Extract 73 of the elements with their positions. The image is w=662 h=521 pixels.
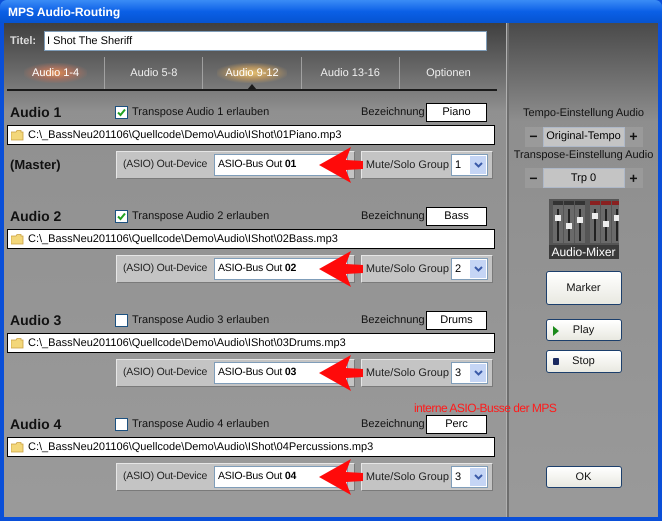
channel-role: (Master) [9, 156, 62, 174]
transpose-checkbox[interactable] [115, 314, 128, 326]
annotation-text: interne ASIO-Busse der MPS [414, 401, 556, 415]
title-label: Titel: [10, 34, 38, 49]
tab[interactable]: Audio 13-16 [312, 62, 388, 84]
mute-group-dropdown[interactable]: 3 [451, 466, 488, 488]
stepper-value: Trp 0 [542, 168, 624, 188]
out-device-label: (ASIO) Out-Device [123, 261, 208, 276]
file-path-field[interactable]: C:\_BassNeu201106\Quellcode\Demo\Audio\IShot\01Piano.mp3 [7, 125, 495, 145]
transpose-checkbox[interactable] [115, 418, 128, 430]
stepper-label: Tempo-Einstellung Audio [522, 106, 644, 121]
channel-name: Audio 2 [9, 206, 62, 226]
designation-label: Bezeichnung [361, 416, 426, 432]
mute-group-dropdown[interactable]: 2 [451, 258, 488, 280]
pointer-arrow [319, 251, 363, 287]
tab[interactable]: Audio 1-4 [24, 62, 88, 84]
pointer-arrow [319, 355, 363, 391]
channel-name: Audio 4 [9, 414, 62, 434]
ok-button[interactable]: OK [546, 466, 622, 488]
designation-field[interactable]: Piano [426, 102, 487, 122]
title-field[interactable]: I Shot The Sheriff [44, 31, 487, 51]
mute-group-label: Mute/Solo Group [366, 158, 449, 173]
transpose-checkbox[interactable] [115, 210, 128, 222]
designation-field[interactable]: Drums [426, 310, 487, 330]
pointer-arrow [319, 147, 363, 183]
mixer-icon[interactable] [548, 199, 618, 245]
designation-label: Bezeichnung [361, 104, 426, 120]
stop-icon [552, 358, 558, 365]
mute-group-dropdown[interactable]: 3 [451, 362, 488, 384]
transpose-label: Transpose Audio 4 erlauben [132, 416, 270, 432]
mute-group-label: Mute/Solo Group [366, 366, 449, 381]
file-path-field[interactable]: C:\_BassNeu201106\Quellcode\Demo\Audio\IShot\04Percussions.mp3 [7, 437, 495, 457]
channel-name: Audio 3 [9, 310, 62, 330]
out-device-label: (ASIO) Out-Device [123, 365, 208, 380]
designation-label: Bezeichnung [361, 312, 426, 328]
chevron-icon [470, 364, 486, 382]
folder-icon [11, 338, 25, 348]
play-button[interactable]: Play [546, 319, 622, 341]
transpose-label: Transpose Audio 3 erlauben [132, 312, 270, 328]
tab[interactable]: Audio 5-8 [122, 62, 186, 84]
plus-button[interactable]: + [624, 168, 642, 188]
out-device-label: (ASIO) Out-Device [123, 469, 208, 484]
file-path-field[interactable]: C:\_BassNeu201106\Quellcode\Demo\Audio\IShot\03Drums.mp3 [7, 333, 495, 353]
window-title: MPS Audio-Routing [8, 4, 120, 20]
folder-icon [11, 234, 25, 244]
chevron-icon [470, 260, 486, 278]
designation-field[interactable]: Perc [426, 414, 487, 434]
stop-button[interactable]: Stop [546, 350, 622, 373]
file-path-field[interactable]: C:\_BassNeu201106\Quellcode\Demo\Audio\IShot\02Bass.mp3 [7, 229, 495, 249]
transpose-label: Transpose Audio 2 erlauben [132, 208, 270, 224]
mute-group-label: Mute/Solo Group [366, 262, 449, 277]
play-icon [552, 326, 558, 336]
out-device-label: (ASIO) Out-Device [123, 157, 208, 172]
designation-label: Bezeichnung [361, 208, 426, 224]
plus-button[interactable]: + [624, 126, 642, 146]
folder-icon [11, 442, 25, 452]
mute-group-label: Mute/Solo Group [366, 470, 449, 485]
mute-group-dropdown[interactable]: 1 [451, 154, 488, 176]
stepper-value: Original-Tempo [542, 126, 624, 146]
transpose-label: Transpose Audio 1 erlauben [132, 104, 270, 120]
marker-button[interactable]: Marker [546, 271, 622, 305]
designation-field[interactable]: Bass [426, 206, 487, 226]
minus-button[interactable]: − [524, 126, 542, 146]
tab[interactable]: Optionen [418, 62, 479, 84]
chevron-icon [470, 468, 486, 486]
chevron-icon [470, 156, 486, 174]
pointer-arrow [319, 459, 363, 495]
mixer-label: Audio-Mixer [551, 245, 616, 259]
channel-name: Audio 1 [9, 102, 62, 122]
minus-button[interactable]: − [524, 168, 542, 188]
folder-icon [11, 130, 25, 140]
stepper-label: Transpose-Einstellung Audio [514, 148, 654, 162]
transpose-checkbox[interactable] [115, 106, 128, 118]
